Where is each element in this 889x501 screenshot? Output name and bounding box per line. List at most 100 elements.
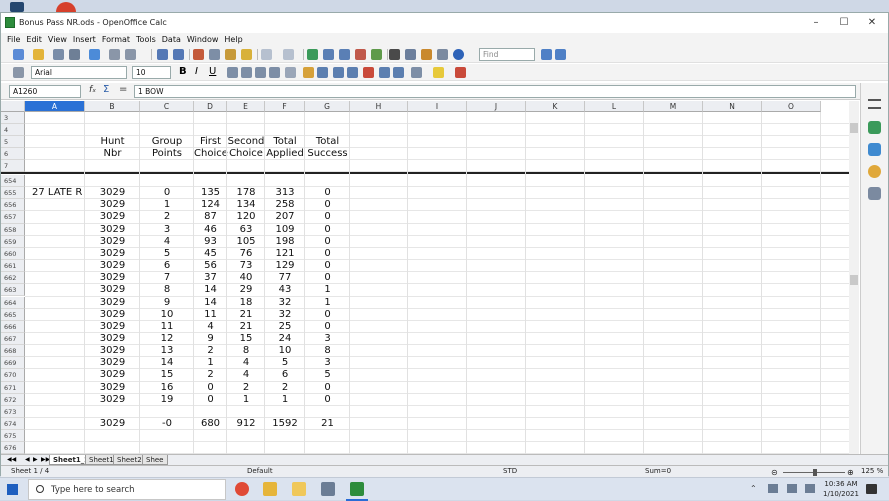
rows-cell[interactable]: 32 [265, 297, 305, 309]
rows-cell[interactable]: 135 [194, 187, 227, 199]
column-header-o[interactable]: O [762, 101, 821, 112]
standard-format-icon[interactable] [333, 67, 344, 78]
rows-cell[interactable]: 14 [140, 357, 194, 369]
rows-cell[interactable]: 11 [140, 321, 194, 333]
edit-file-icon[interactable] [69, 49, 80, 60]
rows-cell[interactable]: 124 [194, 199, 227, 211]
rows-cell[interactable]: 313 [265, 187, 305, 199]
spreadsheet-grid[interactable]: A B C D E F G H I J K L M N O 3 4 5 Hunt Group First Second To… [1, 101, 849, 454]
menu-format[interactable]: Format [102, 35, 130, 44]
first-sheet-icon[interactable]: ◀◀ [7, 456, 16, 463]
function-wizard-icon[interactable]: fₓ [89, 85, 96, 95]
currency-icon[interactable] [303, 67, 314, 78]
column-header-g[interactable]: G [305, 101, 350, 112]
rows-cell[interactable]: 3029 [85, 345, 140, 357]
chrome-icon[interactable] [235, 482, 249, 496]
rows-cell[interactable]: 3029 [85, 369, 140, 381]
rows-cell[interactable]: -0 [140, 418, 194, 430]
rows-cell[interactable]: 76 [227, 248, 265, 260]
rows-cell[interactable]: 258 [265, 199, 305, 211]
rows-cell[interactable]: 11 [194, 309, 227, 321]
row-header[interactable]: 675 [1, 430, 25, 443]
sort-ascending-icon[interactable] [323, 49, 334, 60]
column-header-a[interactable]: A [25, 101, 85, 112]
spellcheck-icon[interactable] [157, 49, 168, 60]
rows-cell[interactable]: 3029 [85, 199, 140, 211]
rows-cell[interactable]: 21 [305, 418, 350, 430]
rows-cell[interactable]: 16 [140, 382, 194, 394]
rows-cell[interactable]: 0 [305, 211, 350, 223]
row-header[interactable]: 665 [1, 308, 25, 321]
rows-cell[interactable]: 19 [140, 394, 194, 406]
rows-cell[interactable]: 21 [227, 309, 265, 321]
rows-cell[interactable]: 3029 [85, 321, 140, 333]
rows-cell[interactable]: 9 [140, 297, 194, 309]
frozen_rows-cell[interactable]: Second [227, 136, 265, 148]
rows-cell[interactable]: 24 [265, 333, 305, 345]
rows-cell[interactable]: 5 [265, 357, 305, 369]
rows-cell[interactable]: 25 [265, 321, 305, 333]
rows-cell[interactable]: 1592 [265, 418, 305, 430]
rows-cell[interactable]: 9 [194, 333, 227, 345]
font-color-icon[interactable] [455, 67, 466, 78]
rows-cell[interactable]: 0 [140, 187, 194, 199]
undo-icon[interactable] [261, 49, 272, 60]
rows-cell[interactable]: 3029 [85, 382, 140, 394]
rows-cell[interactable]: 15 [140, 369, 194, 381]
sheet-tab[interactable]: Sheet2 [113, 455, 146, 465]
autospell-icon[interactable] [173, 49, 184, 60]
zoom-slider-thumb[interactable] [813, 469, 817, 476]
rows-cell[interactable]: 0 [305, 248, 350, 260]
column-header-m[interactable]: M [644, 101, 703, 112]
rows-cell[interactable]: 0 [305, 236, 350, 248]
export-pdf-icon[interactable] [89, 49, 100, 60]
rows-cell[interactable]: 5 [140, 248, 194, 260]
find-input[interactable]: Find [479, 48, 535, 61]
decrease-indent-icon[interactable] [379, 67, 390, 78]
add-decimal-icon[interactable] [347, 67, 358, 78]
sort-descending-icon[interactable] [339, 49, 350, 60]
rows-cell[interactable]: 3029 [85, 418, 140, 430]
formula-input[interactable]: 1 BOW [134, 85, 856, 98]
rows-cell[interactable]: 0 [305, 309, 350, 321]
rows-cell[interactable]: 0 [305, 321, 350, 333]
clock-time[interactable]: 10:36 AM [824, 480, 858, 488]
rows-cell[interactable]: 8 [227, 345, 265, 357]
prev-sheet-icon[interactable]: ◀ [25, 456, 30, 463]
rows-cell[interactable]: 6 [265, 369, 305, 381]
paste-icon[interactable] [225, 49, 236, 60]
open-icon[interactable] [33, 49, 44, 60]
row-header[interactable]: 668 [1, 345, 25, 358]
new-icon[interactable] [13, 49, 24, 60]
column-header-l[interactable]: L [585, 101, 644, 112]
menu-icon[interactable] [868, 99, 881, 109]
rows-cell[interactable]: 4 [227, 369, 265, 381]
rows-cell[interactable]: 63 [227, 224, 265, 236]
rows-cell[interactable]: 15 [227, 333, 265, 345]
frozen_rows-cell[interactable]: Nbr [85, 148, 140, 160]
align-left-icon[interactable] [227, 67, 238, 78]
rows-cell[interactable]: 178 [227, 187, 265, 199]
rows-cell[interactable]: 1 [305, 297, 350, 309]
page-preview-icon[interactable] [125, 49, 136, 60]
rows-cell[interactable]: 14 [194, 284, 227, 296]
rows-cell[interactable]: 3029 [85, 260, 140, 272]
sheet-tab[interactable]: Shee [142, 455, 168, 465]
justify-icon[interactable] [269, 67, 280, 78]
rows-cell[interactable]: 0 [194, 382, 227, 394]
navigator-icon[interactable] [405, 49, 416, 60]
menu-file[interactable]: File [7, 35, 20, 44]
rows-cell[interactable]: 912 [227, 418, 265, 430]
rows-cell[interactable]: 6 [140, 260, 194, 272]
percent-icon[interactable] [317, 67, 328, 78]
scroll-thumb-top[interactable] [850, 123, 858, 133]
zoom-level[interactable]: 125 % [861, 466, 883, 477]
rows-cell[interactable]: 3029 [85, 357, 140, 369]
data-sources-icon[interactable] [437, 49, 448, 60]
menu-data[interactable]: Data [162, 35, 181, 44]
rows-cell[interactable]: 13 [140, 345, 194, 357]
column-header-n[interactable]: N [703, 101, 762, 112]
rows-cell[interactable]: 10 [140, 309, 194, 321]
frozen_rows-cell[interactable]: Total [305, 136, 350, 148]
row-header[interactable]: 4 [1, 124, 25, 136]
